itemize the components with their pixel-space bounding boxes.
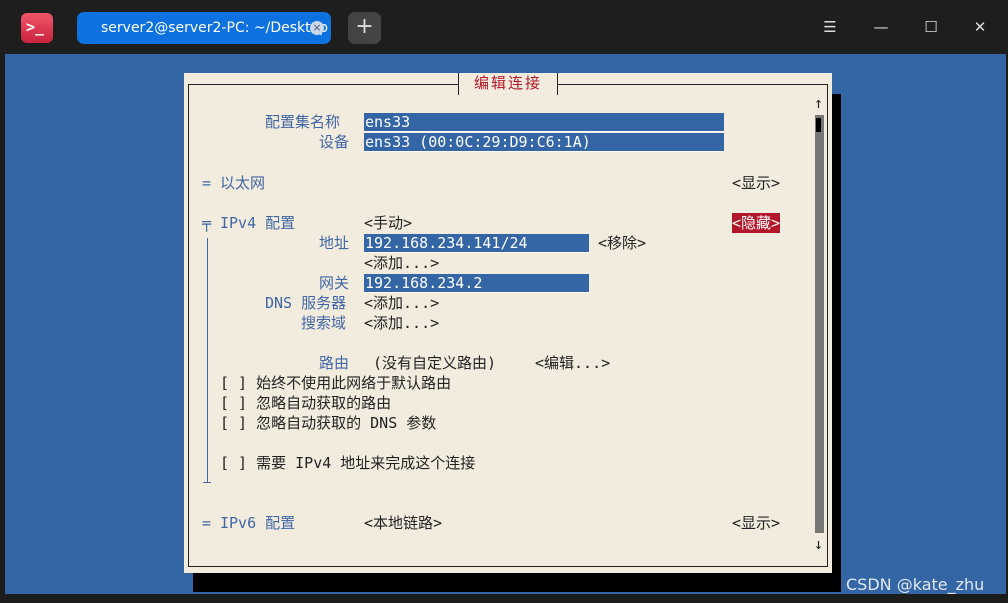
new-tab-button[interactable]: + (348, 12, 381, 44)
dialog-title: 编辑连接 (458, 73, 558, 95)
edit-routing-button[interactable]: <编辑...> (535, 353, 610, 373)
ipv4-section-label: IPv4 配置 (220, 214, 296, 232)
ipv4-mode-select[interactable]: <手动> (364, 213, 412, 233)
ipv6-section-label: IPv6 配置 (220, 514, 296, 532)
remove-address-button[interactable]: <移除> (598, 233, 646, 253)
ignore-dns-checkbox[interactable]: [ ] 忽略自动获取的 DNS 参数 (220, 413, 436, 433)
dialog-shadow (831, 94, 841, 592)
ipv6-mode-select[interactable]: <本地链路> (364, 513, 442, 533)
dns-label: DNS 服务器 (265, 294, 347, 312)
maximize-icon[interactable]: ☐ (921, 17, 941, 37)
require-ipv4-checkbox[interactable]: [ ] 需要 IPv4 地址来完成这个连接 (220, 453, 475, 473)
ethernet-section-label: 以太网 (220, 174, 266, 192)
add-address-button[interactable]: <添加...> (364, 253, 439, 273)
ipv4-section-line (207, 238, 208, 483)
ipv4-hide-button[interactable]: <隐藏> (732, 213, 781, 233)
tab-title: server2@server2-PC: ~/Desktop (101, 20, 329, 36)
device-label: 设备 (319, 133, 350, 151)
add-dns-button[interactable]: <添加...> (364, 293, 439, 313)
ipv4-section-end (203, 482, 211, 483)
watermark: CSDN @kate_zhu (846, 575, 985, 594)
terminal-app-icon: >_ (21, 13, 53, 43)
gateway-label: 网关 (319, 274, 350, 292)
address-label: 地址 (319, 234, 350, 252)
add-search-domain-button[interactable]: <添加...> (364, 313, 439, 333)
ipv6-marker: = (202, 514, 212, 532)
scrollbar[interactable] (815, 115, 824, 533)
close-icon[interactable]: ✕ (970, 17, 990, 37)
dialog-shadow (193, 573, 841, 592)
ipv4-marker: ╤ (202, 214, 212, 232)
routing-label: 路由 (319, 354, 350, 372)
gateway-input[interactable]: 192.168.234.2 (364, 274, 589, 293)
scroll-up-icon[interactable]: ↑ (814, 93, 823, 113)
never-default-checkbox[interactable]: [ ] 始终不使用此网络于默认路由 (220, 373, 451, 393)
edit-connection-dialog: 编辑连接 配置集名称 ens33 设备 ens33 (00:0C:29:D9:C… (184, 73, 832, 573)
ethernet-show-button[interactable]: <显示> (732, 173, 780, 193)
device-input[interactable]: ens33 (00:0C:29:D9:C6:1A) (364, 133, 724, 152)
tab-terminal[interactable]: server2@server2-PC: ~/Desktop × (77, 12, 331, 44)
routing-value: (没有自定义路由) (373, 354, 497, 372)
ethernet-marker: = (202, 174, 212, 192)
minimize-icon[interactable]: — (871, 17, 891, 37)
profile-name-label: 配置集名称 (265, 113, 341, 131)
ignore-routes-checkbox[interactable]: [ ] 忽略自动获取的路由 (220, 393, 391, 413)
menu-icon[interactable]: ☰ (820, 17, 840, 37)
dialog-frame (188, 84, 828, 567)
title-bar: >_ server2@server2-PC: ~/Desktop × + ☰ —… (0, 0, 1008, 54)
address-input[interactable]: 192.168.234.141/24 (364, 234, 589, 253)
tab-close-icon[interactable]: × (310, 21, 324, 35)
scrollbar-thumb[interactable] (816, 118, 821, 132)
ipv6-show-button[interactable]: <显示> (732, 513, 780, 533)
profile-name-input[interactable]: ens33 (364, 113, 724, 132)
search-domains-label: 搜索域 (301, 314, 347, 332)
scroll-down-icon[interactable]: ↓ (814, 534, 823, 554)
